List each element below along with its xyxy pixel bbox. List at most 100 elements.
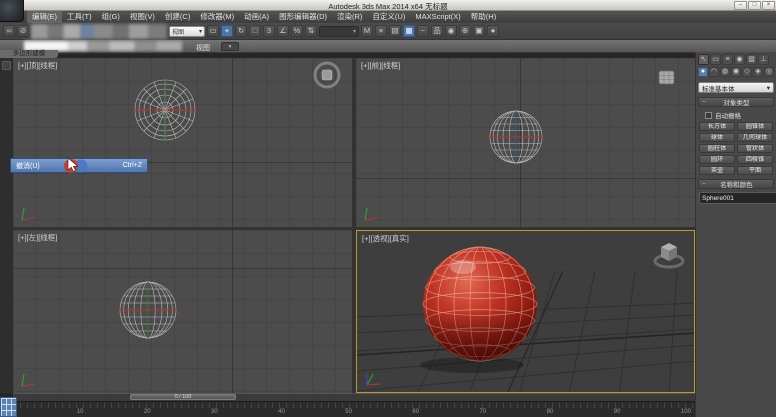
- material-editor-icon[interactable]: ◉: [445, 25, 457, 37]
- polygon-modeling-tab[interactable]: 多边形建模: [0, 50, 58, 58]
- viewport-area: [+][顶][线框] [+][前]: [13, 58, 695, 393]
- spinner-snap-icon[interactable]: ⇅: [305, 25, 317, 37]
- select-and-rotate-icon[interactable]: ↻: [235, 25, 247, 37]
- menu-item[interactable]: 修改器(M): [195, 11, 239, 23]
- frame-label: 70: [480, 409, 487, 415]
- object-type-button[interactable]: 圆锥体: [737, 122, 773, 131]
- systems-category-icon[interactable]: ◎: [764, 67, 774, 77]
- mini-curve-editor-icon[interactable]: [0, 397, 17, 417]
- sphere-wireframe-front-view[interactable]: [485, 106, 547, 168]
- layer-manager-icon[interactable]: ▤: [389, 25, 401, 37]
- time-slider-handle[interactable]: 0 / 100: [130, 394, 236, 400]
- mirror-icon[interactable]: M: [361, 25, 373, 37]
- object-type-rollout[interactable]: − 对象类型: [698, 97, 774, 107]
- ribbon-view-dropdown[interactable]: ▾: [221, 42, 239, 51]
- viewport-perspective[interactable]: [+][透视][真实]: [356, 230, 695, 393]
- menu-item[interactable]: 创建(C): [160, 11, 195, 23]
- cameras-category-icon[interactable]: ◉: [731, 67, 741, 77]
- motion-tab-icon[interactable]: ◉: [734, 54, 745, 65]
- hierarchy-tab-icon[interactable]: ≡: [722, 54, 733, 65]
- object-type-button[interactable]: 长方体: [699, 122, 735, 131]
- object-type-button[interactable]: 四棱锥: [737, 155, 773, 164]
- viewport-left[interactable]: [+][左][线框]: [13, 230, 352, 393]
- maximize-button[interactable]: □: [748, 1, 761, 10]
- object-type-button[interactable]: 几何球体: [737, 133, 773, 142]
- menu-bar: 编辑(E)工具(T)组(G)视图(V)创建(C)修改器(M)动画(A)图形编辑器…: [0, 11, 776, 23]
- viewport-front[interactable]: [+][前][线框]: [356, 58, 695, 227]
- render-production-icon[interactable]: ●: [487, 25, 499, 37]
- viewport-layout-tab-icon[interactable]: [2, 61, 11, 70]
- viewport-top[interactable]: [+][顶][线框]: [13, 58, 352, 227]
- viewport-perspective-label[interactable]: [+][透视][真实]: [362, 233, 409, 244]
- reference-coordinate-dropdown[interactable]: 视图 ▾: [169, 26, 205, 37]
- sphere-wireframe-top-view[interactable]: [130, 75, 200, 145]
- named-selection-sets-dropdown[interactable]: ▾: [319, 26, 359, 37]
- modify-tab-icon[interactable]: ▭: [710, 54, 721, 65]
- geometry-category-icon[interactable]: ●: [698, 67, 708, 77]
- shapes-category-icon[interactable]: ◠: [709, 67, 719, 77]
- utilities-tab-icon[interactable]: ⊥: [758, 54, 769, 65]
- menu-item[interactable]: 编辑(E): [27, 11, 62, 23]
- autogrid-row: 自动栅格: [705, 110, 776, 120]
- viewcube-face-icon[interactable]: [658, 70, 676, 86]
- menu-item[interactable]: 视图(V): [125, 11, 160, 23]
- viewcube-icon[interactable]: [310, 58, 344, 92]
- menu-item[interactable]: 图形编辑器(D): [274, 11, 332, 23]
- schematic-view-icon[interactable]: 品: [431, 25, 443, 37]
- autogrid-checkbox[interactable]: [705, 112, 712, 119]
- object-type-button[interactable]: 管状体: [737, 144, 773, 153]
- application-menu-button[interactable]: [0, 0, 24, 22]
- curve-editor-icon[interactable]: ~: [417, 25, 429, 37]
- close-button[interactable]: ×: [762, 1, 775, 10]
- align-icon[interactable]: ≡: [375, 25, 387, 37]
- object-type-button[interactable]: 球体: [699, 133, 735, 142]
- render-setup-icon[interactable]: ⊕: [459, 25, 471, 37]
- angle-snap-icon[interactable]: ∠: [277, 25, 289, 37]
- object-type-rollout-title: 对象类型: [708, 97, 773, 107]
- primitive-category-value: 标准基本体: [702, 83, 735, 93]
- 3ds-max-window: Autodesk 3ds Max 2014 x64 无标题 – □ × 编辑(E…: [0, 0, 776, 417]
- menu-item[interactable]: MAXScript(X): [410, 11, 465, 23]
- grid-axis: [13, 268, 352, 269]
- percent-snap-icon[interactable]: %: [291, 25, 303, 37]
- menu-item[interactable]: 组(G): [97, 11, 125, 23]
- menu-item[interactable]: 动画(A): [239, 11, 274, 23]
- object-name-field[interactable]: [699, 192, 776, 204]
- sphere-wireframe-left-view[interactable]: [115, 277, 181, 343]
- autogrid-label: 自动栅格: [715, 110, 741, 120]
- menu-item[interactable]: 自定义(U): [367, 11, 410, 23]
- helpers-category-icon[interactable]: ◇: [742, 67, 752, 77]
- primitive-category-dropdown[interactable]: 标准基本体 ▾: [698, 82, 774, 93]
- track-bar[interactable]: 0102030405060708090100: [0, 401, 776, 417]
- viewport-left-label[interactable]: [+][左][线框]: [18, 232, 57, 243]
- minimize-button[interactable]: –: [734, 1, 747, 10]
- object-type-button[interactable]: 圆柱体: [699, 144, 735, 153]
- display-tab-icon[interactable]: ▥: [746, 54, 757, 65]
- object-type-button[interactable]: 平面: [737, 166, 773, 175]
- create-tab-icon[interactable]: ↖: [698, 54, 709, 65]
- viewport-front-label[interactable]: [+][前][线框]: [361, 60, 400, 71]
- world-axis-tripod: [362, 205, 380, 223]
- menu-item[interactable]: 渲染(R): [332, 11, 367, 23]
- snap-toggle-icon[interactable]: 3: [263, 25, 275, 37]
- lights-category-icon[interactable]: ◍: [720, 67, 730, 77]
- rendered-frame-window-icon[interactable]: ▣: [473, 25, 485, 37]
- viewport-tab-strip: [0, 58, 13, 393]
- graphite-ribbon-icon[interactable]: ▦: [403, 25, 415, 37]
- keyboard-override-icon[interactable]: ▭: [207, 25, 219, 37]
- sphere-red-shaded[interactable]: [415, 239, 545, 369]
- select-and-move-icon[interactable]: +: [221, 25, 233, 37]
- menu-item[interactable]: 帮助(H): [466, 11, 501, 23]
- select-and-scale-icon[interactable]: □: [249, 25, 261, 37]
- select-and-link-icon[interactable]: ∞: [3, 25, 15, 37]
- time-slider-track[interactable]: [13, 393, 695, 401]
- object-type-button[interactable]: 茶壶: [699, 166, 735, 175]
- unlink-selection-icon[interactable]: ⊘: [17, 25, 29, 37]
- viewcube-icon[interactable]: [651, 237, 687, 271]
- spacewarps-category-icon[interactable]: ◈: [753, 67, 763, 77]
- frame-label: 60: [412, 409, 419, 415]
- viewport-top-label[interactable]: [+][顶][线框]: [18, 60, 57, 71]
- name-color-rollout[interactable]: − 名称和颜色: [698, 179, 774, 189]
- menu-item[interactable]: 工具(T): [62, 11, 97, 23]
- object-type-button[interactable]: 圆环: [699, 155, 735, 164]
